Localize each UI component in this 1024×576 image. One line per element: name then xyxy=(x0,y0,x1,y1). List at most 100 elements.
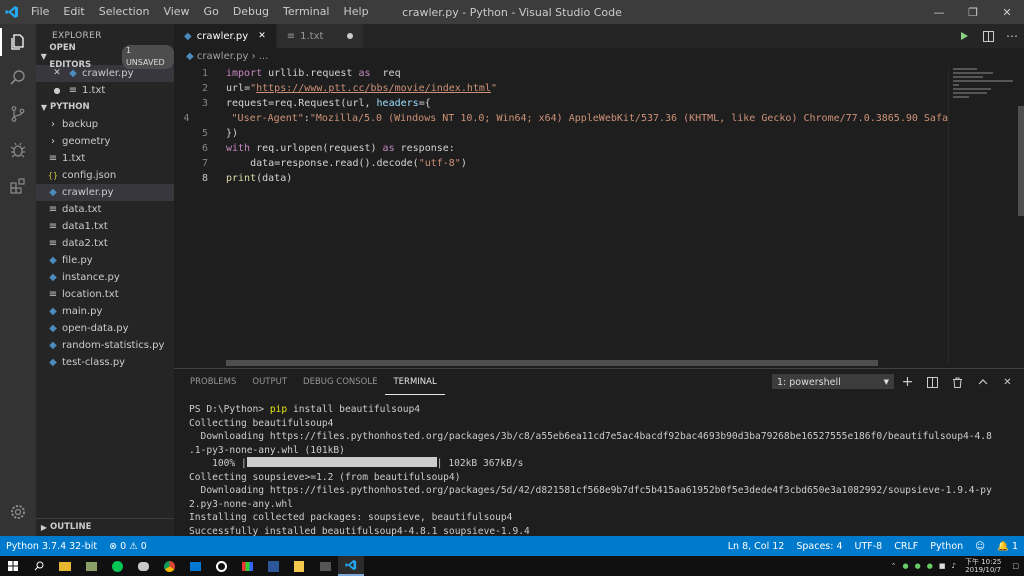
menu-file[interactable]: File xyxy=(24,0,56,24)
tray-app-icon[interactable]: ● xyxy=(924,562,936,570)
tree-file[interactable]: ◆ main.py xyxy=(36,303,174,320)
menu-terminal[interactable]: Terminal xyxy=(276,0,337,24)
more-actions-icon[interactable]: ⋯ xyxy=(1000,29,1024,43)
debug-icon[interactable] xyxy=(0,132,36,168)
code-line: 8 print (data) xyxy=(174,171,948,186)
indentation[interactable]: Spaces: 4 xyxy=(790,541,848,552)
split-terminal-icon[interactable] xyxy=(920,372,945,392)
python-interpreter[interactable]: Python 3.7.4 32-bit xyxy=(0,541,103,552)
notification-center-icon[interactable]: □ xyxy=(1007,562,1024,570)
tab-1-txt[interactable]: ≡ 1.txt xyxy=(276,24,365,48)
terminal-select[interactable]: 1: powershell ▼ xyxy=(772,374,894,389)
cursor-position[interactable]: Ln 8, Col 12 xyxy=(722,541,791,552)
outline-header[interactable]: ▶ OUTLINE xyxy=(36,518,176,536)
menu-view[interactable]: View xyxy=(156,0,196,24)
minimap[interactable] xyxy=(948,66,1019,364)
close-panel-icon[interactable]: ✕ xyxy=(995,372,1020,392)
open-editor-1txt[interactable]: ● ≡ 1.txt xyxy=(36,82,174,99)
github-icon[interactable] xyxy=(208,556,234,576)
problems-counter[interactable]: ⊗ 0 ⚠ 0 xyxy=(103,541,153,552)
language-mode[interactable]: Python xyxy=(924,541,969,552)
code-token: data xyxy=(250,158,275,169)
tray-app-icon[interactable]: ● xyxy=(900,562,912,570)
tree-file[interactable]: ≡ 1.txt xyxy=(36,150,174,167)
menu-debug[interactable]: Debug xyxy=(226,0,276,24)
search-icon[interactable] xyxy=(0,60,36,96)
tree-file[interactable]: ◆ crawler.py xyxy=(36,184,174,201)
close-icon[interactable]: ✕ xyxy=(50,65,64,82)
terminal-prompt: PS D:\Python> xyxy=(189,404,270,415)
folder-python-header[interactable]: ▼ PYTHON xyxy=(36,99,174,116)
vertical-scrollbar[interactable] xyxy=(1018,66,1024,364)
terminal-output[interactable]: PS D:\Python> pip install beautifulsoup4… xyxy=(189,403,1019,538)
line-app-icon[interactable] xyxy=(104,556,130,576)
close-tab-icon[interactable]: ✕ xyxy=(258,31,266,41)
tree-folder[interactable]: › backup xyxy=(36,116,174,133)
mail-app-icon[interactable] xyxy=(182,556,208,576)
tab-output[interactable]: OUTPUT xyxy=(244,369,295,395)
network-icon[interactable]: ■ xyxy=(936,562,949,570)
terminal-app-icon[interactable] xyxy=(312,556,338,576)
volume-icon[interactable]: ♪ xyxy=(949,562,959,570)
tree-file[interactable]: ◆ test-class.py xyxy=(36,354,174,371)
line-ending[interactable]: CRLF xyxy=(888,541,924,552)
explorer-icon[interactable] xyxy=(0,24,36,60)
taskbar-search-icon[interactable] xyxy=(26,556,52,576)
discord-app-icon[interactable] xyxy=(130,556,156,576)
split-editor-icon[interactable] xyxy=(976,30,1000,42)
tree-file[interactable]: ◆ instance.py xyxy=(36,269,174,286)
extensions-icon[interactable] xyxy=(0,168,36,204)
tree-file[interactable]: ≡ location.txt xyxy=(36,286,174,303)
tree-file[interactable]: ◆ file.py xyxy=(36,252,174,269)
maximize-panel-icon[interactable] xyxy=(970,372,995,392)
chrome-icon[interactable] xyxy=(156,556,182,576)
tab-terminal[interactable]: TERMINAL xyxy=(385,370,445,395)
code-token: =response.read().decode( xyxy=(274,158,419,169)
menu-edit[interactable]: Edit xyxy=(56,0,91,24)
horizontal-scrollbar[interactable] xyxy=(226,360,878,366)
feedback-smiley-icon[interactable]: ☺ xyxy=(969,541,991,552)
menu-go[interactable]: Go xyxy=(197,0,226,24)
source-control-icon[interactable] xyxy=(0,96,36,132)
settings-gear-icon[interactable] xyxy=(0,494,36,530)
windows-start-icon[interactable] xyxy=(0,556,26,576)
breadcrumb-file[interactable]: crawler.py xyxy=(197,51,248,62)
file-explorer-icon[interactable] xyxy=(52,556,78,576)
paint-app-icon[interactable] xyxy=(234,556,260,576)
sticky-notes-icon[interactable] xyxy=(286,556,312,576)
minimize-icon[interactable]: — xyxy=(922,0,956,24)
run-icon[interactable] xyxy=(952,31,976,41)
chevron-right-icon: › xyxy=(51,136,55,147)
tree-file[interactable]: ≡ data.txt xyxy=(36,201,174,218)
menu-help[interactable]: Help xyxy=(337,0,376,24)
notifications[interactable]: 🔔 1 xyxy=(991,541,1024,552)
tree-file[interactable]: ≡ data2.txt xyxy=(36,235,174,252)
tray-chevron-up-icon[interactable]: ⌃ xyxy=(888,562,900,570)
restore-icon[interactable]: ❐ xyxy=(956,0,990,24)
open-editors-header[interactable]: ▼ OPEN EDITORS 1 UNSAVED xyxy=(36,43,174,70)
menu-selection[interactable]: Selection xyxy=(92,0,157,24)
breadcrumb-rest[interactable]: ... xyxy=(259,51,269,62)
system-tray: ⌃ ● ● ● ■ ♪ 下午 10:25 2019/10/7 □ xyxy=(888,556,1024,576)
windows-taskbar: ⌃ ● ● ● ■ ♪ 下午 10:25 2019/10/7 □ xyxy=(0,556,1024,576)
word-icon[interactable] xyxy=(260,556,286,576)
tree-folder[interactable]: › geometry xyxy=(36,133,174,150)
trash-icon[interactable] xyxy=(945,372,970,392)
tree-file[interactable]: ◆ open-data.py xyxy=(36,320,174,337)
vscode-taskbar-icon[interactable] xyxy=(338,556,364,576)
tray-app-icon[interactable]: ● xyxy=(912,562,924,570)
python-file-icon: ◆ xyxy=(49,357,57,368)
encoding[interactable]: UTF-8 xyxy=(849,541,889,552)
close-icon[interactable]: ✕ xyxy=(990,0,1024,24)
tab-debug-console[interactable]: DEBUG CONSOLE xyxy=(295,369,385,395)
new-terminal-icon[interactable]: + xyxy=(895,372,920,392)
tab-crawler-py[interactable]: ◆ crawler.py ✕ xyxy=(174,24,277,48)
tree-file[interactable]: {} config.json xyxy=(36,167,174,184)
code-editor[interactable]: 1 import urllib.request as req 2 url = " ht… xyxy=(174,66,948,364)
tab-problems[interactable]: PROBLEMS xyxy=(182,369,244,395)
photos-app-icon[interactable] xyxy=(78,556,104,576)
tree-file[interactable]: ◆ random-statistics.py xyxy=(36,337,174,354)
code-url-link[interactable]: https://www.ptt.cc/bbs/movie/index.html xyxy=(256,81,491,96)
tree-file[interactable]: ≡ data1.txt xyxy=(36,218,174,235)
taskbar-clock[interactable]: 下午 10:25 2019/10/7 xyxy=(959,558,1007,574)
